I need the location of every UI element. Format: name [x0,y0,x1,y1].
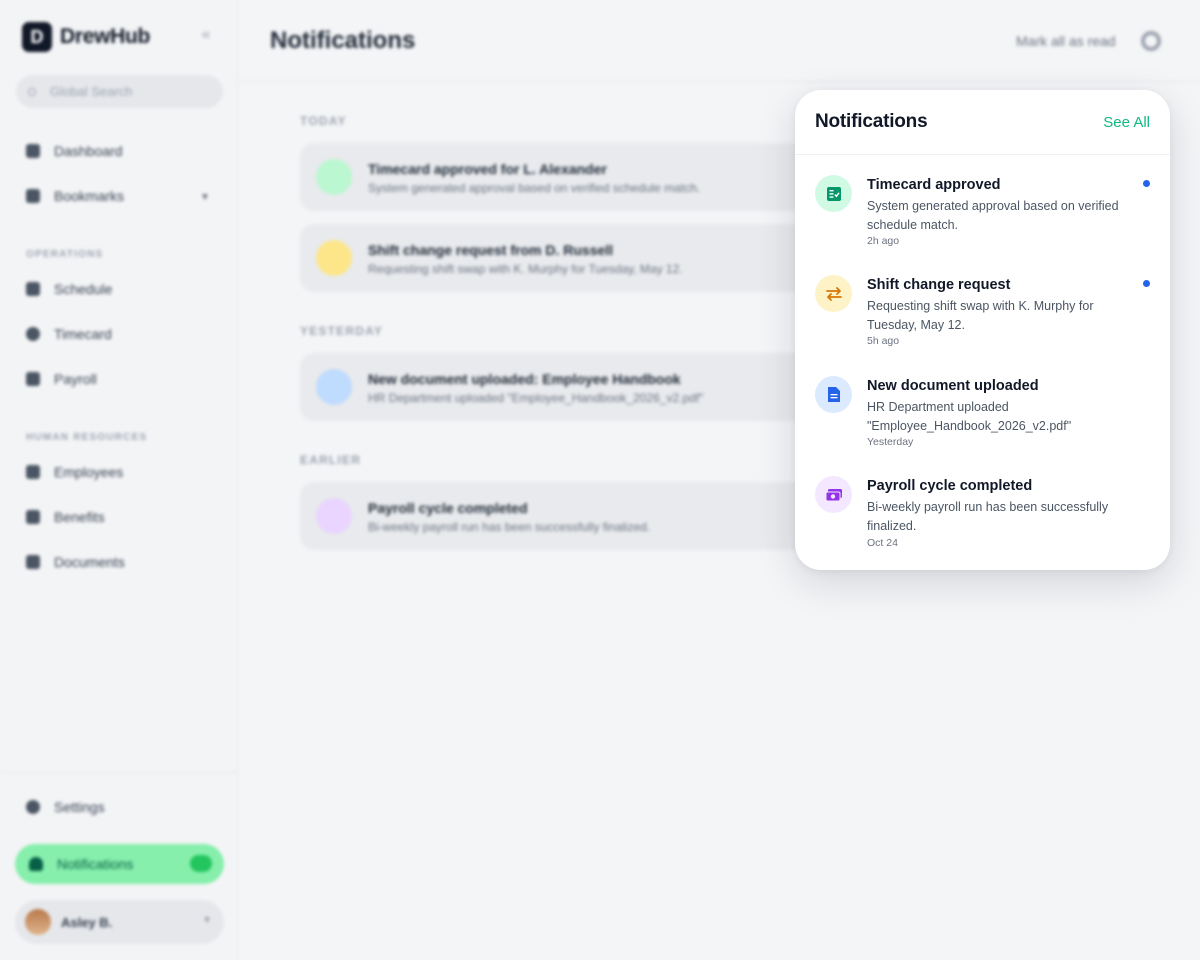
notification-time: Yesterday [867,436,914,448]
notification-description: Requesting shift swap with K. Murphy for… [867,299,1094,332]
notification-description: Bi-weekly payroll run has been successfu… [867,500,1109,533]
notification-title: Shift change request from D. Russell [368,242,614,258]
popup-header: Notifications See All [795,90,1170,155]
notification-time: Oct 24 [867,537,898,549]
notification-item[interactable]: Timecard approved System generated appro… [795,175,1170,271]
notification-desc: System generated approval based on verif… [368,181,701,195]
sidebar-item-dashboard[interactable]: Dashboard [26,143,123,159]
notification-desc: Bi-weekly payroll run has been successfu… [368,520,651,534]
sidebar-item-label: Bookmarks [54,188,125,204]
search-icon [28,87,36,96]
brand[interactable]: D DrewHub [22,22,150,52]
chevron-down-icon[interactable]: ▼ [200,192,210,203]
bell-icon [29,857,43,871]
brand-name: DrewHub [60,25,151,48]
sidebar-item-documents[interactable]: Documents [26,554,125,570]
sidebar-item-schedule[interactable]: Schedule [26,281,112,297]
notification-item[interactable]: Shift change request Requesting shift sw… [795,275,1170,371]
nav-section-human-resources: HUMAN RESOURCES [26,432,148,443]
sidebar-item-label: Employees [54,464,124,480]
notifications-popup: Notifications See All Timecard approved … [795,90,1170,570]
notification-count-badge [190,855,212,872]
document-icon [26,555,40,569]
see-all-link[interactable]: See All [1103,114,1150,131]
list-item[interactable]: Payroll cycle completed Bi-weekly payrol… [300,482,860,550]
sidebar-item-label: Benefits [54,509,105,525]
avatar [25,909,51,935]
sidebar-item-notifications[interactable]: Notifications [15,844,224,884]
sidebar-item-label: Settings [54,799,105,815]
payroll-money-icon [815,476,852,513]
notification-time: 5h ago [867,335,900,347]
unread-dot [1143,280,1150,287]
notification-title: Shift change request [867,277,1011,293]
sidebar-item-settings[interactable]: Settings [26,799,105,815]
sidebar-item-benefits[interactable]: Benefits [26,509,105,525]
notification-description: HR Department uploaded "Employee_Handboo… [867,400,1072,433]
notification-description: System generated approval based on verif… [867,199,1119,232]
sidebar-item-label: Schedule [54,281,113,297]
sidebar-item-label: Payroll [54,371,97,387]
timecard-check-icon [815,175,852,212]
document-icon [316,369,352,405]
search-placeholder: Global Search [50,84,133,99]
notification-title: Timecard approved for L. Alexander [368,161,607,177]
sidebar-item-payroll[interactable]: Payroll [26,371,97,387]
money-icon [26,372,40,386]
group-label-today: TODAY [300,114,347,128]
gear-icon [26,800,40,814]
page-title: Notifications [270,27,416,54]
global-search-input[interactable]: Global Search [16,75,223,108]
list-item[interactable]: Shift change request from D. Russell Req… [300,224,860,292]
payroll-money-icon [316,498,352,534]
notification-title: Payroll cycle completed [368,500,528,516]
notification-time: 2h ago [867,235,900,247]
sidebar-divider [0,772,238,773]
sidebar-item-label: Timecard [54,326,112,342]
notification-desc: Requesting shift swap with K. Murphy for… [368,262,683,276]
user-menu[interactable]: Asley B. ▼ [15,900,224,944]
nav-section-operations: OPERATIONS [26,249,104,260]
notification-item[interactable]: New document uploaded HR Department uplo… [795,376,1170,472]
sidebar-item-bookmarks[interactable]: Bookmarks [26,188,124,204]
sidebar-item-employees[interactable]: Employees [26,464,123,480]
sidebar-item-label: Documents [54,554,125,570]
sidebar-item-label: Dashboard [54,143,123,159]
unread-dot [1143,180,1150,187]
users-icon [26,465,40,479]
heart-icon [26,510,40,524]
notification-title: Timecard approved [867,177,1001,193]
sidebar-item-timecard[interactable]: Timecard [26,326,112,342]
list-item[interactable]: New document uploaded: Employee Handbook… [300,353,860,421]
sidebar-item-label: Notifications [57,856,134,872]
swap-arrows-icon [815,275,852,312]
list-item[interactable]: Timecard approved for L. Alexander Syste… [300,143,860,211]
notification-item[interactable]: Payroll cycle completed Bi-weekly payrol… [795,476,1170,570]
notification-title: Payroll cycle completed [867,478,1033,494]
timecard-check-icon [316,159,352,195]
group-label-earlier: EARLIER [300,453,362,467]
popup-title: Notifications [815,111,928,132]
calendar-icon [26,282,40,296]
user-name: Asley B. [61,914,113,930]
dashboard-icon [26,144,40,158]
mark-all-read-button[interactable]: Mark all as read [1016,33,1116,49]
bookmark-icon [26,189,40,203]
notification-title: New document uploaded [867,378,1039,394]
clock-icon [26,327,40,341]
brand-logo: D [22,22,52,52]
notification-desc: HR Department uploaded "Employee_Handboo… [368,391,704,405]
group-label-yesterday: YESTERDAY [300,324,384,338]
chevron-down-icon: ▼ [202,915,212,926]
gear-icon[interactable] [1141,31,1161,51]
collapse-sidebar-icon[interactable]: « [196,26,216,46]
sidebar: D DrewHub « Global Search Dashboard Book… [0,0,238,960]
main-header: Notifications Mark all as read [239,0,1200,82]
document-icon [815,376,852,413]
notification-title: New document uploaded: Employee Handbook [368,371,681,387]
swap-arrows-icon [316,240,352,276]
